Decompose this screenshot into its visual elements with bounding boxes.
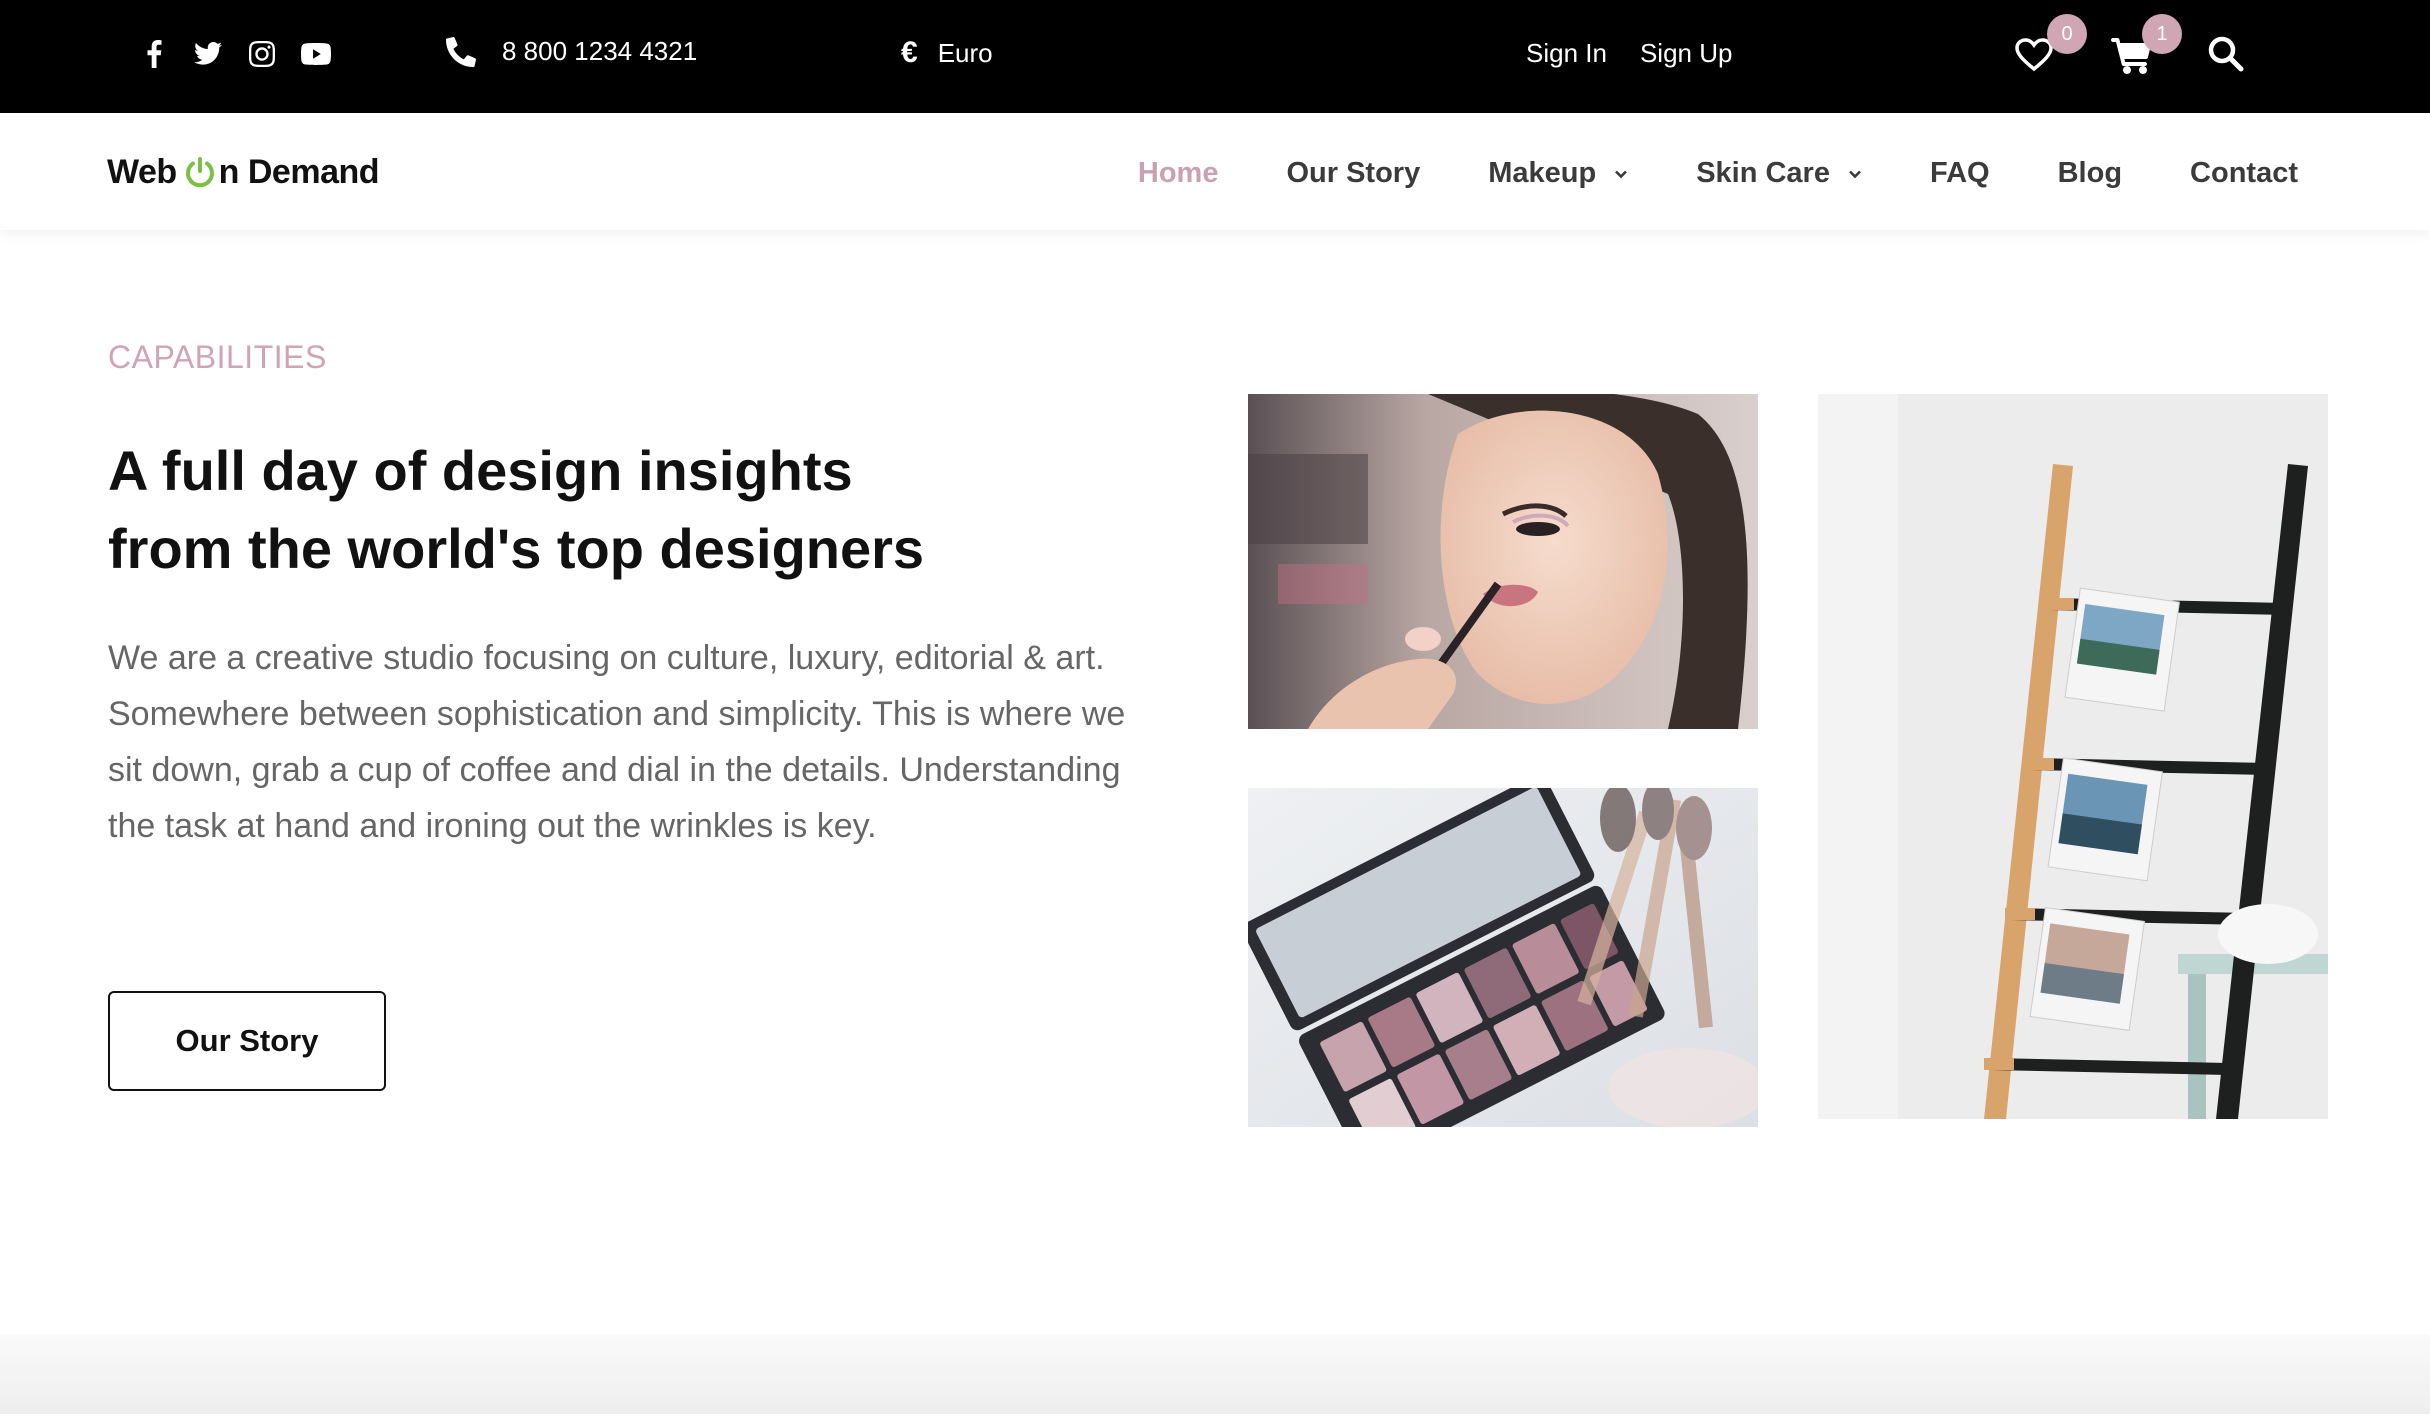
nav-item-home[interactable]: Home xyxy=(1138,157,1219,190)
main-header: Web n Demand Home Our Story Makeup Skin … xyxy=(0,113,2430,230)
wishlist-count-badge: 0 xyxy=(2047,14,2087,54)
nav-item-makeup[interactable]: Makeup xyxy=(1488,157,1628,190)
site-logo[interactable]: Web n Demand xyxy=(107,153,380,192)
next-section-edge xyxy=(0,1334,2430,1414)
section-heading: A full day of design insights from the w… xyxy=(108,432,1108,588)
search-icon[interactable] xyxy=(2208,36,2244,72)
section-eyebrow: CAPABILITIES xyxy=(108,339,327,375)
nav-item-label: FAQ xyxy=(1929,157,1990,189)
chevron-down-icon xyxy=(1615,170,1628,178)
heading-line-1: A full day of design insights xyxy=(108,439,853,502)
chevron-down-icon xyxy=(1849,170,1861,178)
nav-item-label: Skin Care xyxy=(1696,157,1830,189)
youtube-icon[interactable] xyxy=(300,38,332,70)
cart-count-badge: 1 xyxy=(2142,14,2182,54)
sign-in-link[interactable]: Sign In xyxy=(1526,38,1607,69)
currency-symbol: € xyxy=(901,36,918,69)
nav-item-label: Blog xyxy=(2057,157,2123,189)
wishlist-icon[interactable] xyxy=(2015,38,2053,72)
our-story-button[interactable]: Our Story xyxy=(108,991,386,1091)
eyeshadow-palette-image xyxy=(1248,788,1758,1127)
ladder-bookshelf-image xyxy=(1818,394,2328,1119)
heading-line-2: from the world's top designers xyxy=(108,517,925,580)
auth-links: Sign In Sign Up xyxy=(1526,38,1732,69)
section-description: We are a creative studio focusing on cul… xyxy=(108,639,1126,845)
nav-item-faq[interactable]: FAQ xyxy=(1930,157,1990,190)
logo-text-demand: n Demand xyxy=(218,153,380,191)
nav-item-blog[interactable]: Blog xyxy=(2058,157,2122,190)
header-actions: 0 1 xyxy=(2015,14,2245,84)
power-icon xyxy=(185,156,214,187)
facebook-icon[interactable] xyxy=(138,38,170,70)
nav-item-label: Makeup xyxy=(1488,157,1597,189)
currency-selector[interactable]: € Euro xyxy=(901,36,993,70)
main-nav: Home Our Story Makeup Skin Care FAQ Blog… xyxy=(1138,157,2298,190)
instagram-icon[interactable] xyxy=(246,38,278,70)
logo-text-web: Web xyxy=(107,153,177,191)
phone-icon xyxy=(446,36,476,67)
nav-item-skin-care[interactable]: Skin Care xyxy=(1696,157,1862,190)
nav-item-contact[interactable]: Contact xyxy=(2190,157,2298,190)
phone-number: 8 800 1234 4321 xyxy=(502,36,698,66)
nav-item-label: Our Story xyxy=(1286,157,1421,189)
social-links xyxy=(138,38,332,70)
sign-up-link[interactable]: Sign Up xyxy=(1640,38,1733,69)
nav-item-our-story[interactable]: Our Story xyxy=(1286,157,1420,190)
twitter-icon[interactable] xyxy=(192,38,224,70)
makeup-application-image xyxy=(1248,394,1758,729)
currency-label: Euro xyxy=(937,37,993,68)
nav-item-label: Contact xyxy=(2190,157,2298,189)
nav-item-label: Home xyxy=(1137,157,1219,189)
phone-contact[interactable]: 8 800 1234 4321 xyxy=(446,36,697,67)
top-bar: 8 800 1234 4321 € Euro Sign In Sign Up 0… xyxy=(0,0,2430,113)
